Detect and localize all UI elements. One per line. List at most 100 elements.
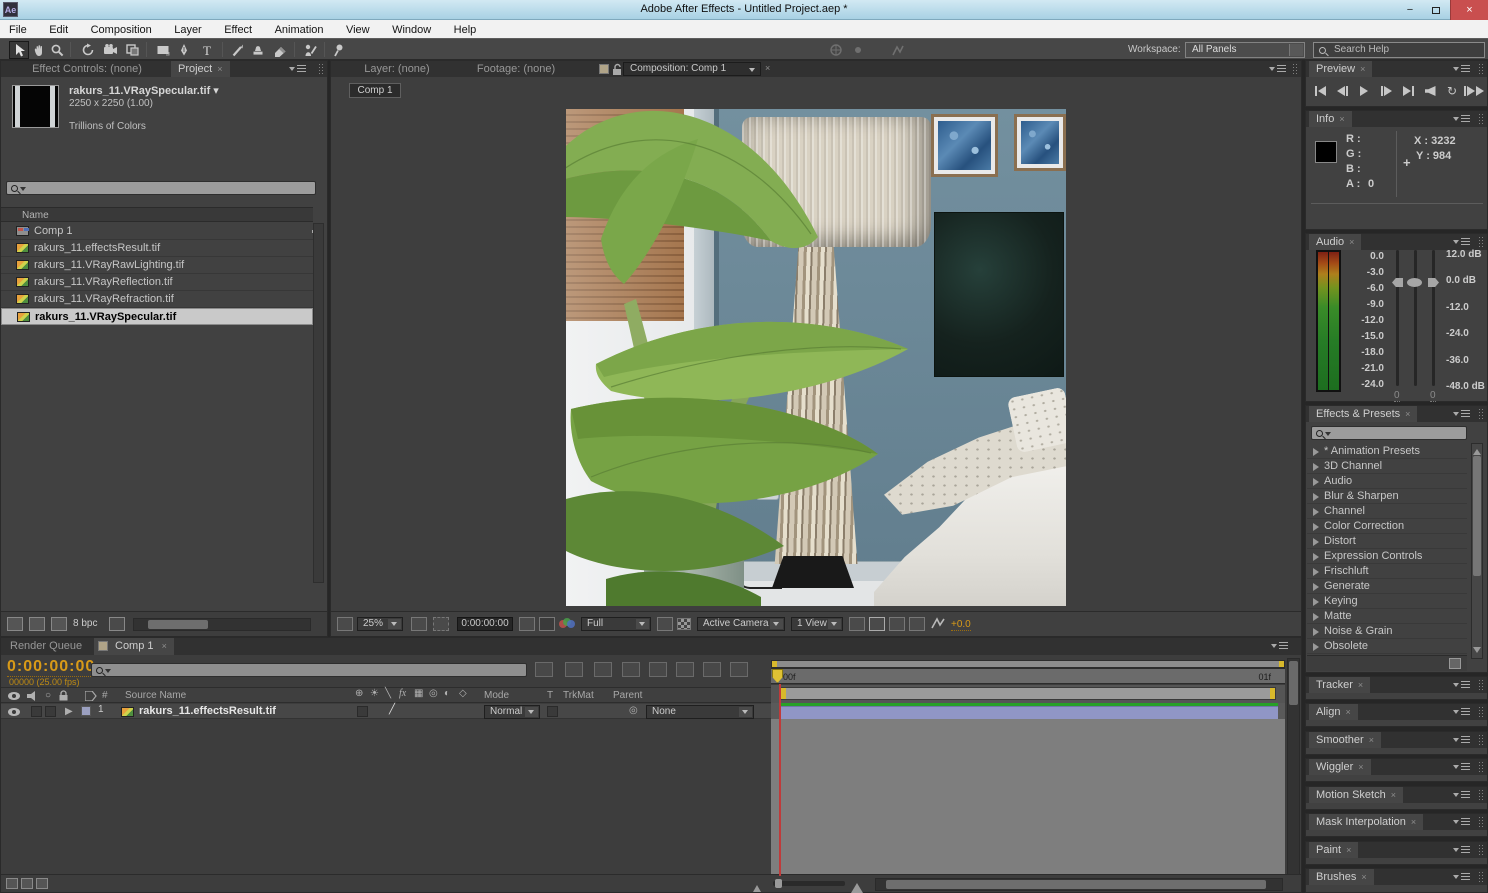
menu-item-composition[interactable]: Composition bbox=[82, 21, 161, 39]
panel-menu-icon[interactable] bbox=[1453, 790, 1471, 800]
layer-label-color[interactable] bbox=[81, 706, 91, 716]
audio-button[interactable] bbox=[1420, 83, 1440, 99]
menu-item-edit[interactable]: Edit bbox=[40, 21, 77, 39]
timeline-horizontal-scrollbar[interactable] bbox=[875, 878, 1283, 891]
master-slider-handle[interactable] bbox=[1407, 278, 1422, 287]
graph-editor-icon[interactable] bbox=[730, 662, 748, 677]
hand-tool-icon[interactable] bbox=[28, 41, 48, 59]
minimize-button[interactable]: − bbox=[1398, 0, 1422, 20]
timeline-search-input[interactable] bbox=[91, 663, 527, 677]
new-animation-preset-icon[interactable] bbox=[1449, 658, 1461, 669]
timeline-layer-row[interactable]: ▶ 1 rakurs_11.effectsResult.tif ╱ Normal… bbox=[1, 704, 771, 719]
panel-grip[interactable] bbox=[1478, 408, 1485, 420]
frame-blending-icon[interactable] bbox=[622, 662, 640, 677]
rectangle-tool-icon[interactable] bbox=[153, 41, 173, 59]
puppet-pin-tool-icon[interactable] bbox=[328, 41, 348, 59]
menu-item-effect[interactable]: Effect bbox=[215, 21, 261, 39]
share-view-icon[interactable] bbox=[849, 617, 865, 631]
quality-switch-icon[interactable]: ╲ bbox=[385, 688, 391, 699]
rotation-tool-icon[interactable] bbox=[78, 41, 98, 59]
effects-category-channel[interactable]: Channel bbox=[1307, 504, 1467, 519]
layer-audio-cell[interactable] bbox=[31, 706, 42, 717]
navigator-end-handle[interactable] bbox=[1279, 661, 1284, 667]
expand-in-out-icon[interactable] bbox=[36, 878, 48, 889]
close-icon[interactable]: × bbox=[765, 63, 770, 73]
expand-transfer-controls-icon[interactable] bbox=[21, 878, 33, 889]
tab-motion-sketch[interactable]: Motion Sketch × bbox=[1309, 787, 1403, 803]
left-slider-handle[interactable] bbox=[1392, 278, 1403, 287]
timeline-vertical-scrollbar[interactable] bbox=[1287, 658, 1300, 876]
effects-category-keying[interactable]: Keying bbox=[1307, 594, 1467, 609]
close-icon[interactable]: × bbox=[1358, 762, 1363, 772]
type-tool-icon[interactable]: T bbox=[197, 41, 217, 59]
last-frame-button[interactable] bbox=[1398, 83, 1418, 99]
tab-paint[interactable]: Paint × bbox=[1309, 842, 1359, 858]
project-horizontal-scrollbar[interactable] bbox=[133, 618, 311, 631]
unlock-icon[interactable] bbox=[612, 63, 622, 75]
panel-grip[interactable] bbox=[1478, 63, 1485, 75]
panel-grip[interactable] bbox=[1478, 236, 1485, 248]
brainstorm-icon[interactable] bbox=[676, 662, 694, 677]
pen-tool-icon[interactable] bbox=[174, 41, 194, 59]
effects-category-blur-sharpen[interactable]: Blur & Sharpen bbox=[1307, 489, 1467, 504]
composition-canvas[interactable] bbox=[566, 109, 1066, 606]
project-item-refraction[interactable]: rakurs_11.VRayRefraction.tif bbox=[1, 291, 313, 308]
fx-switch-icon[interactable]: fx bbox=[399, 688, 406, 699]
bit-depth-label[interactable]: 8 bpc bbox=[73, 618, 97, 629]
effects-vertical-scrollbar[interactable] bbox=[1471, 443, 1483, 659]
source-name-column[interactable]: Source Name bbox=[125, 690, 186, 701]
project-vertical-scrollbar[interactable] bbox=[313, 223, 324, 583]
tab-footage[interactable]: Footage: (none) bbox=[457, 61, 575, 77]
next-frame-button[interactable] bbox=[1376, 83, 1396, 99]
close-icon[interactable]: × bbox=[1361, 872, 1366, 882]
tab-brushes[interactable]: Brushes × bbox=[1309, 869, 1374, 885]
navigator-start-handle[interactable] bbox=[772, 661, 777, 667]
panel-grip[interactable] bbox=[1478, 706, 1485, 718]
3d-layer-switch-icon[interactable]: ◇ bbox=[459, 688, 467, 699]
panel-menu-icon[interactable] bbox=[1453, 817, 1471, 827]
panel-grip[interactable] bbox=[1478, 113, 1485, 125]
effects-category-expression-controls[interactable]: Expression Controls bbox=[1307, 549, 1467, 564]
audio-left-level-slider[interactable] bbox=[1396, 250, 1399, 386]
panel-menu-icon[interactable] bbox=[1453, 114, 1471, 124]
panel-grip[interactable] bbox=[1478, 761, 1485, 773]
layer-expand-arrow[interactable]: ▶ bbox=[65, 706, 73, 717]
layer-mode-dropdown[interactable]: Normal bbox=[484, 705, 540, 719]
viewer-timecode[interactable]: 0:00:00:00 bbox=[457, 617, 513, 631]
panel-grip[interactable] bbox=[1478, 871, 1485, 883]
new-composition-icon[interactable] bbox=[51, 617, 67, 631]
panel-menu-icon[interactable] bbox=[1453, 845, 1471, 855]
anchor-switch-icon[interactable]: ⊕ bbox=[355, 688, 363, 699]
interpret-footage-icon[interactable] bbox=[7, 617, 23, 631]
tab-render-queue[interactable]: Render Queue bbox=[3, 638, 89, 654]
loop-button[interactable]: ↻ bbox=[1442, 83, 1462, 99]
effects-category-generate[interactable]: Generate bbox=[1307, 579, 1467, 594]
layer-number-column[interactable]: # bbox=[102, 690, 108, 701]
eraser-tool-icon[interactable] bbox=[270, 41, 290, 59]
motion-blur-switch-icon[interactable]: ◎ bbox=[429, 688, 438, 699]
show-snapshot-icon[interactable] bbox=[539, 617, 555, 631]
menu-item-window[interactable]: Window bbox=[383, 21, 440, 39]
exposure-value[interactable]: +0.0 bbox=[951, 619, 971, 631]
transparency-grid-icon[interactable] bbox=[677, 618, 691, 630]
new-folder-icon[interactable] bbox=[29, 617, 45, 631]
menu-item-help[interactable]: Help bbox=[445, 21, 486, 39]
time-ruler[interactable]: 00f 01f bbox=[771, 668, 1285, 684]
layer-quality-icon[interactable]: ╱ bbox=[389, 704, 395, 715]
effects-category-matte[interactable]: Matte bbox=[1307, 609, 1467, 624]
tab-effects-presets[interactable]: Effects & Presets × bbox=[1309, 406, 1418, 422]
timeline-zoom-slider[interactable] bbox=[773, 879, 845, 888]
project-item-specular-selected[interactable]: rakurs_11.VRaySpecular.tif bbox=[1, 308, 313, 325]
work-area-bar[interactable] bbox=[780, 687, 1276, 700]
flowchart-view-icon[interactable] bbox=[909, 617, 925, 631]
draft-3d-icon[interactable] bbox=[565, 662, 583, 677]
close-icon[interactable]: × bbox=[1339, 114, 1344, 124]
right-slider-handle[interactable] bbox=[1428, 278, 1439, 287]
comp-mini-flowchart-icon[interactable] bbox=[535, 662, 553, 677]
t-column[interactable]: T bbox=[547, 690, 553, 701]
view-layout-dropdown[interactable]: 1 View bbox=[791, 617, 843, 631]
timeline-track-area[interactable] bbox=[771, 719, 1285, 876]
hide-shy-layers-icon[interactable] bbox=[594, 662, 612, 677]
panel-menu-icon[interactable] bbox=[1453, 409, 1471, 419]
snapshot-camera-icon[interactable] bbox=[519, 617, 535, 631]
